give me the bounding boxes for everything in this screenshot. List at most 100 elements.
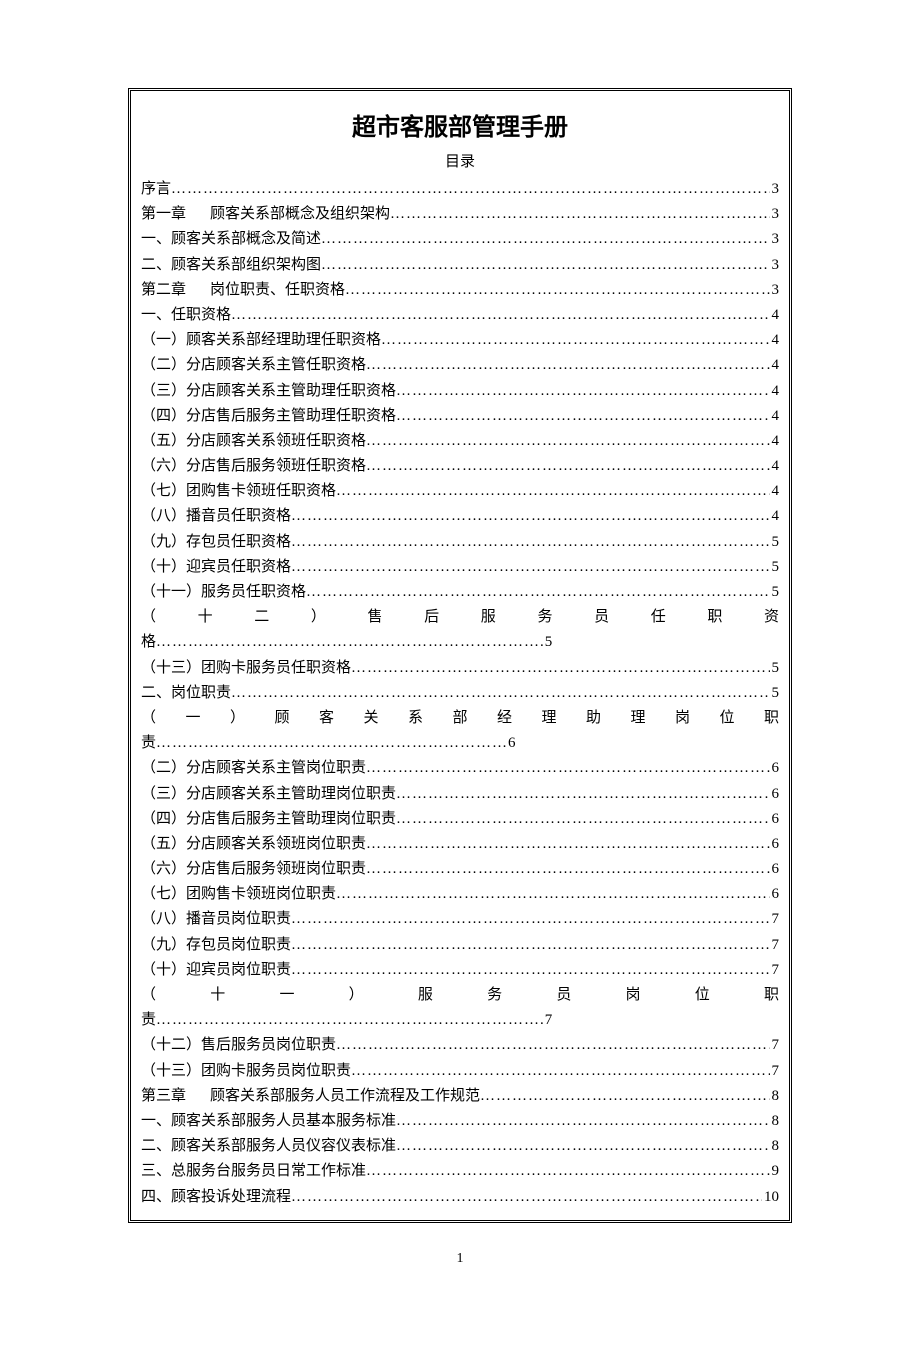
toc-entry-wrapped-line1: （一）顾客关系部经理助理岗位职 — [141, 706, 779, 731]
toc-entry-page: 3 — [770, 227, 780, 252]
toc-entry-wrapped-line2: 格……………………………………………………………….5 — [141, 630, 779, 655]
table-of-contents: 序言3第一章顾客关系部概念及组织架构3一、顾客关系部概念及简述3二、顾客关系部组… — [141, 177, 779, 1210]
toc-entry-page: 6 — [770, 857, 780, 882]
toc-entry-label: （五）分店顾客关系领班岗位职责 — [141, 832, 366, 857]
toc-entry-label: 二、岗位职责 — [141, 681, 231, 706]
toc-entry-label: （七）团购售卡领班岗位职责 — [141, 882, 336, 907]
toc-leader-dots — [336, 479, 769, 504]
toc-entry: （三）分店顾客关系主管助理任职资格 4 — [141, 379, 779, 404]
toc-entry: （七）团购售卡领班任职资格 4 — [141, 479, 779, 504]
toc-entry: （十）迎宾员任职资格 5 — [141, 555, 779, 580]
toc-entry-label: （十一）服务员任职资格 — [141, 580, 306, 605]
toc-entry-label: （九）存包员岗位职责 — [141, 933, 291, 958]
toc-entry-page: 3 — [770, 278, 780, 303]
toc-entry: （五）分店顾客关系领班岗位职责6 — [141, 832, 779, 857]
toc-entry-label: 三、总服务台服务员日常工作标准 — [141, 1159, 366, 1184]
toc-entry-label: （三）分店顾客关系主管助理任职资格 — [141, 379, 396, 404]
toc-leader-dots — [291, 933, 769, 958]
toc-entry: 二、顾客关系部服务人员仪容仪表标准8 — [141, 1134, 779, 1159]
toc-entry: （十一）服务员任职资格5 — [141, 580, 779, 605]
toc-entry-label: 四、顾客投诉处理流程 — [141, 1185, 291, 1210]
toc-leader-dots — [396, 404, 769, 429]
toc-entry-label: 一、顾客关系部概念及简述 — [141, 227, 321, 252]
toc-entry-label: 一、任职资格 — [141, 303, 231, 328]
toc-leader-dots — [306, 580, 769, 605]
toc-entry-label: 第一章顾客关系部概念及组织架构 — [141, 202, 390, 227]
toc-entry-label: （三）分店顾客关系主管助理岗位职责 — [141, 782, 396, 807]
toc-leader-dots — [351, 656, 769, 681]
toc-entry-page: 4 — [770, 303, 780, 328]
toc-entry-label: （七）团购售卡领班任职资格 — [141, 479, 336, 504]
toc-entry: 一、顾客关系部服务人员基本服务标准 8 — [141, 1109, 779, 1134]
toc-entry-page: 10 — [762, 1185, 779, 1210]
toc-leader-dots — [396, 1134, 769, 1159]
toc-leader-dots — [336, 882, 769, 907]
toc-entry: （五）分店顾客关系领班任职资格4 — [141, 429, 779, 454]
toc-entry: （八）播音员岗位职责7 — [141, 907, 779, 932]
toc-entry-page: 7 — [545, 1012, 553, 1028]
toc-entry: （二）分店顾客关系主管岗位职责 6 — [141, 756, 779, 781]
toc-leader-dots — [396, 379, 769, 404]
toc-leader-dots — [366, 756, 769, 781]
toc-leader-dots — [366, 1159, 769, 1184]
toc-entry: （九）存包员岗位职责7 — [141, 933, 779, 958]
toc-leader-dots — [291, 530, 769, 555]
toc-leader-dots — [366, 832, 769, 857]
toc-entry-label: （四）分店售后服务主管助理岗位职责 — [141, 807, 396, 832]
toc-entry-label-tail: 责 — [141, 1012, 156, 1028]
toc-leader-dots: ………………………………………………………………. — [156, 634, 545, 650]
toc-entry-page: 7 — [770, 1033, 780, 1058]
toc-leader-dots: ………………………………………………………… — [156, 735, 508, 751]
toc-entry-page: 4 — [770, 479, 780, 504]
toc-entry: （三）分店顾客关系主管助理岗位职责 6 — [141, 782, 779, 807]
toc-entry-label: （九）存包员任职资格 — [141, 530, 291, 555]
toc-entry-label: （八）播音员岗位职责 — [141, 907, 291, 932]
toc-leader-dots — [396, 782, 769, 807]
toc-entry-label-tail: 责 — [141, 735, 156, 751]
toc-chapter-title: 顾客关系部服务人员工作流程及工作规范 — [210, 1088, 480, 1104]
toc-entry-label: （十三）团购卡服务员岗位职责 — [141, 1059, 351, 1084]
toc-entry: 二、顾客关系部组织架构图3 — [141, 253, 779, 278]
toc-chapter-entry: 第三章 顾客关系部服务人员工作流程及工作规范 8 — [141, 1084, 779, 1109]
document-title: 超市客服部管理手册 — [141, 107, 779, 142]
toc-entry: （十三）团购卡服务员任职资格5 — [141, 656, 779, 681]
toc-entry-page: 6 — [770, 756, 780, 781]
toc-entry-page: 4 — [770, 454, 780, 479]
toc-entry: （二）分店顾客关系主管任职资格4 — [141, 353, 779, 378]
toc-leader-dots — [231, 681, 769, 706]
toc-entry-page: 8 — [770, 1084, 780, 1109]
toc-entry-wrapped-line2: 责……………………………………………………………….7 — [141, 1008, 779, 1033]
toc-entry-label: 序言 — [141, 177, 171, 202]
toc-entry: 一、任职资格 4 — [141, 303, 779, 328]
toc-entry-page: 6 — [770, 882, 780, 907]
toc-entry-page: 4 — [770, 504, 780, 529]
toc-entry-page: 6 — [770, 782, 780, 807]
toc-leader-dots — [366, 857, 769, 882]
toc-chapter-prefix: 第二章 — [141, 282, 186, 298]
toc-entry-label: （十二）售后服务员岗位职责 — [141, 1033, 336, 1058]
toc-entry-page: 9 — [770, 1159, 780, 1184]
toc-entry-page: 4 — [770, 379, 780, 404]
toc-chapter-prefix: 第一章 — [141, 206, 186, 222]
toc-entry-wrapped-line1: （十二）售后服务员任职资 — [141, 605, 779, 630]
toc-entry-wrapped-line2: 责…………………………………………………………6 — [141, 731, 779, 756]
toc-chapter-entry: 第二章岗位职责、任职资格3 — [141, 278, 779, 303]
toc-leader-dots — [396, 1109, 769, 1134]
toc-entry: （四）分店售后服务主管助理任职资格4 — [141, 404, 779, 429]
toc-entry: （一）顾客关系部经理助理任职资格4 — [141, 328, 779, 353]
toc-chapter-prefix: 第三章 — [141, 1088, 186, 1104]
toc-entry-page: 5 — [770, 681, 780, 706]
toc-entry-label: 一、顾客关系部服务人员基本服务标准 — [141, 1109, 396, 1134]
toc-entry-label: （十）迎宾员任职资格 — [141, 555, 291, 580]
toc-leader-dots — [366, 429, 769, 454]
toc-entry-label: 二、顾客关系部服务人员仪容仪表标准 — [141, 1134, 396, 1159]
toc-leader-dots — [291, 504, 769, 529]
toc-leader-dots — [336, 1033, 769, 1058]
toc-leader-dots — [321, 253, 769, 278]
toc-entry-label: （二）分店顾客关系主管岗位职责 — [141, 756, 366, 781]
toc-entry-page: 8 — [770, 1109, 780, 1134]
toc-entry-page: 5 — [770, 555, 780, 580]
toc-leader-dots — [480, 1084, 769, 1109]
toc-entry-label: （一）顾客关系部经理助理任职资格 — [141, 328, 381, 353]
toc-entry: 一、顾客关系部概念及简述 3 — [141, 227, 779, 252]
